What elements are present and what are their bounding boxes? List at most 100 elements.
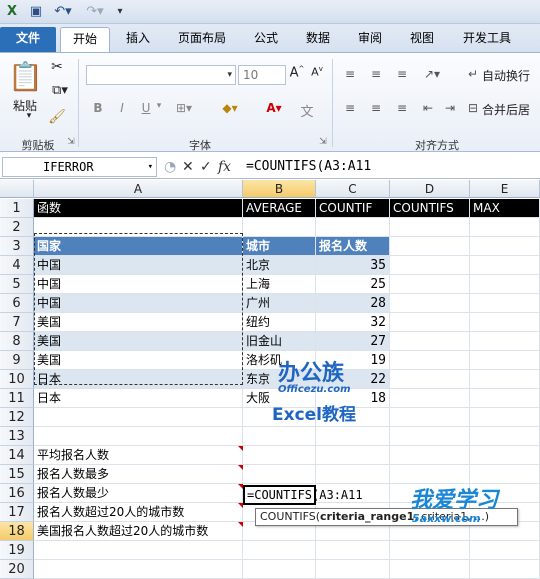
row-header-2[interactable]: 2	[0, 218, 34, 237]
cell-b7[interactable]: 纽约	[243, 313, 316, 332]
cell-e1[interactable]: MAX	[470, 199, 540, 218]
redo-icon[interactable]: ↷▾	[84, 3, 106, 20]
paste-icon[interactable]: 📋	[8, 57, 43, 97]
cell-e8[interactable]	[470, 332, 540, 351]
tab-insert[interactable]: 插入	[116, 27, 160, 52]
cell-d6[interactable]	[390, 294, 470, 313]
cell-b10[interactable]: 东京	[243, 370, 316, 389]
active-cell-b18[interactable]: =COUNTIFS(A3:A11	[243, 485, 363, 505]
format-painter-icon[interactable]: 🖌	[48, 109, 66, 125]
row-header-20[interactable]: 20	[0, 560, 34, 579]
cell-b5[interactable]: 上海	[243, 275, 316, 294]
tab-developer[interactable]: 开发工具	[452, 27, 522, 52]
cell-e10[interactable]	[470, 370, 540, 389]
font-launcher-icon[interactable]: ⇲	[318, 137, 328, 147]
cell-e9[interactable]	[470, 351, 540, 370]
cell-a12[interactable]	[34, 408, 243, 427]
row-header-17[interactable]: 17	[0, 503, 34, 522]
formula-input[interactable]: =COUNTIFS(A3:A11	[246, 157, 371, 177]
cell-c8[interactable]: 27	[316, 332, 390, 351]
cell-c15[interactable]	[316, 465, 390, 484]
cell-b1[interactable]: AVERAGE	[243, 199, 316, 218]
cell-a3[interactable]: 国家	[34, 237, 243, 256]
copy-icon[interactable]: ⧉▾	[48, 83, 72, 98]
cell-a5[interactable]: 中国	[34, 275, 243, 294]
function-dropdown-icon[interactable]: ◔	[164, 158, 176, 176]
cell-a13[interactable]	[34, 427, 243, 446]
column-header-c[interactable]: C	[316, 180, 390, 198]
row-header-8[interactable]: 8	[0, 332, 34, 351]
row-header-11[interactable]: 11	[0, 389, 34, 408]
cell-d10[interactable]	[390, 370, 470, 389]
cell-e7[interactable]	[470, 313, 540, 332]
cell-b3[interactable]: 城市	[243, 237, 316, 256]
tab-page-layout[interactable]: 页面布局	[168, 27, 236, 52]
align-right-icon[interactable]: ≡	[394, 101, 410, 115]
cell-a19[interactable]	[34, 541, 243, 560]
cell-c20[interactable]	[316, 560, 390, 579]
cell-a1[interactable]: 函数	[34, 199, 243, 218]
cell-e14[interactable]	[470, 446, 540, 465]
tab-file[interactable]: 文件	[0, 27, 56, 52]
align-bottom-icon[interactable]: ≡	[394, 67, 410, 81]
cell-a18[interactable]: 美国报名人数超过20人的城市数	[34, 522, 243, 541]
cell-b19[interactable]	[243, 541, 316, 560]
align-center-icon[interactable]: ≡	[368, 101, 384, 115]
row-header-6[interactable]: 6	[0, 294, 34, 313]
cell-b20[interactable]	[243, 560, 316, 579]
undo-icon[interactable]: ↶▾	[52, 3, 74, 20]
row-header-1[interactable]: 1	[0, 199, 34, 218]
cell-c9[interactable]: 19	[316, 351, 390, 370]
cell-e16[interactable]	[470, 484, 540, 503]
customize-icon[interactable]: ▾	[114, 3, 126, 20]
cell-e15[interactable]	[470, 465, 540, 484]
cell-a9[interactable]: 美国	[34, 351, 243, 370]
cut-icon[interactable]: ✂	[48, 59, 66, 75]
wrap-text-button[interactable]: 自动换行	[482, 67, 530, 84]
font-name-combo[interactable]: ▾	[86, 65, 236, 85]
bold-button[interactable]: B	[90, 101, 106, 115]
row-header-5[interactable]: 5	[0, 275, 34, 294]
increase-indent-icon[interactable]: ⇥	[442, 101, 458, 115]
name-box[interactable]: IFERROR ▾	[2, 157, 157, 177]
cell-e20[interactable]	[470, 560, 540, 579]
cell-e6[interactable]	[470, 294, 540, 313]
clipboard-launcher-icon[interactable]: ⇲	[66, 137, 76, 147]
cell-a11[interactable]: 日本	[34, 389, 243, 408]
tab-review[interactable]: 审阅	[348, 27, 392, 52]
cell-a17[interactable]: 报名人数超过20人的城市数	[34, 503, 243, 522]
align-middle-icon[interactable]: ≡	[368, 67, 384, 81]
cell-b4[interactable]: 北京	[243, 256, 316, 275]
cell-e12[interactable]	[470, 408, 540, 427]
cell-e2[interactable]	[470, 218, 540, 237]
cell-c7[interactable]: 32	[316, 313, 390, 332]
row-header-10[interactable]: 10	[0, 370, 34, 389]
cell-d15[interactable]	[390, 465, 470, 484]
row-header-18[interactable]: 18	[0, 522, 34, 541]
align-top-icon[interactable]: ≡	[342, 67, 358, 81]
cell-d7[interactable]	[390, 313, 470, 332]
cell-d4[interactable]	[390, 256, 470, 275]
cell-a8[interactable]: 美国	[34, 332, 243, 351]
cell-c2[interactable]	[316, 218, 390, 237]
phonetic-icon[interactable]: 文	[298, 101, 316, 120]
tab-view[interactable]: 视图	[400, 27, 444, 52]
enter-icon[interactable]: ✓	[200, 158, 212, 176]
cell-a7[interactable]: 美国	[34, 313, 243, 332]
font-size-combo[interactable]: 10	[238, 65, 286, 85]
underline-dropdown-icon[interactable]: ▾	[154, 101, 164, 111]
cell-b11[interactable]: 大阪	[243, 389, 316, 408]
cell-c1[interactable]: COUNTIF	[316, 199, 390, 218]
cell-a20[interactable]	[34, 560, 243, 579]
cell-b2[interactable]	[243, 218, 316, 237]
cell-b15[interactable]	[243, 465, 316, 484]
row-header-9[interactable]: 9	[0, 351, 34, 370]
cell-b9[interactable]: 洛杉矶	[243, 351, 316, 370]
row-header-19[interactable]: 19	[0, 541, 34, 560]
increase-font-icon[interactable]: A^	[288, 65, 306, 80]
merge-center-button[interactable]: 合并后居	[482, 101, 530, 118]
row-header-4[interactable]: 4	[0, 256, 34, 275]
cell-c14[interactable]	[316, 446, 390, 465]
cancel-icon[interactable]: ✕	[182, 158, 194, 176]
column-header-a[interactable]: A	[34, 180, 243, 198]
